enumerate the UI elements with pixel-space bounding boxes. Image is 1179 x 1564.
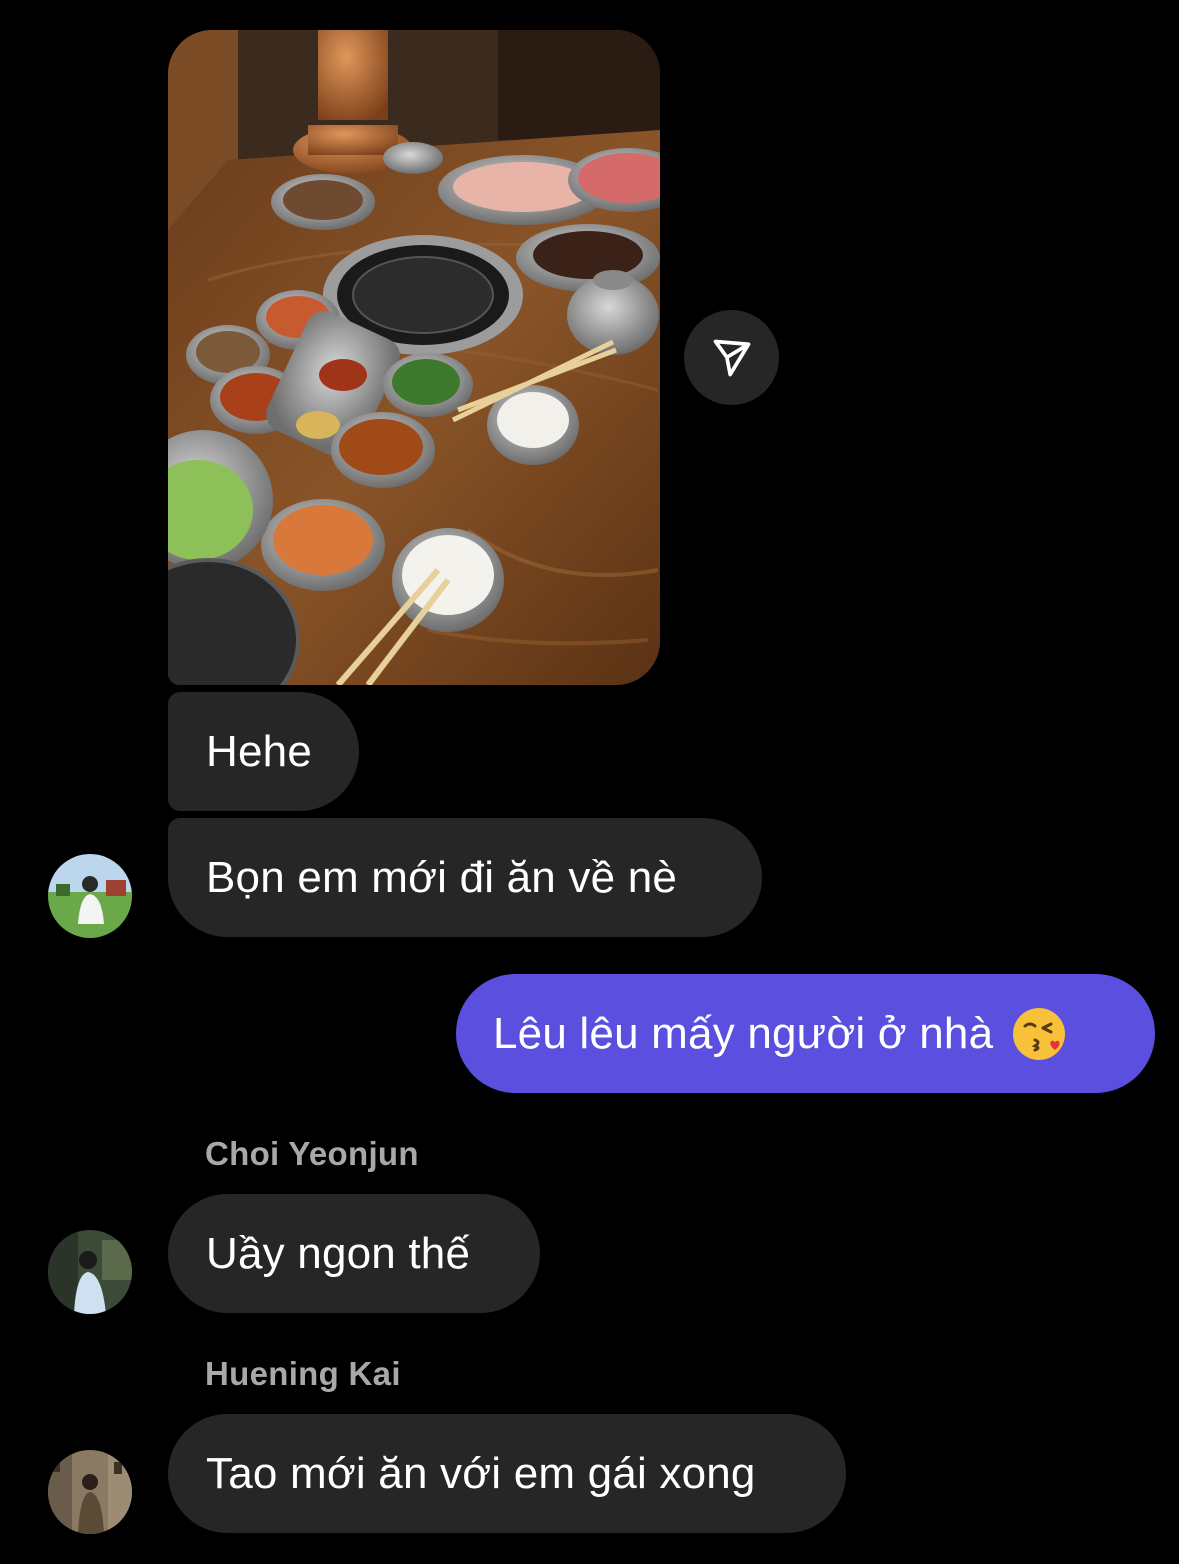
message-text: Hehe — [206, 726, 312, 776]
avatar[interactable] — [48, 1230, 132, 1314]
message-text: Lêu lêu mấy người ở nhà — [493, 1008, 994, 1058]
message-text: Uầy ngon thế — [206, 1228, 471, 1278]
sender-name: Huening Kai — [205, 1355, 401, 1392]
sender-name: Choi Yeonjun — [205, 1135, 419, 1172]
photo-message[interactable] — [168, 30, 660, 685]
message-bubble-incoming[interactable]: Bọn em mới đi ăn về nè — [168, 818, 762, 937]
message-bubble-incoming[interactable]: Uầy ngon thế — [168, 1194, 540, 1313]
message-text: Bọn em mới đi ăn về nè — [206, 852, 678, 902]
message-bubble-incoming[interactable]: Tao mới ăn với em gái xong — [168, 1414, 846, 1533]
message-bubble-outgoing[interactable]: Lêu lêu mấy người ở nhà — [456, 974, 1155, 1093]
avatar[interactable] — [48, 1450, 132, 1534]
face-blowing-kiss-icon — [1013, 1007, 1066, 1060]
paper-plane-icon — [713, 339, 750, 376]
food-photo — [168, 30, 660, 685]
share-button[interactable] — [684, 310, 779, 405]
avatar[interactable] — [48, 854, 132, 938]
message-bubble-incoming[interactable]: Hehe — [168, 692, 359, 811]
message-text: Tao mới ăn với em gái xong — [206, 1448, 756, 1498]
